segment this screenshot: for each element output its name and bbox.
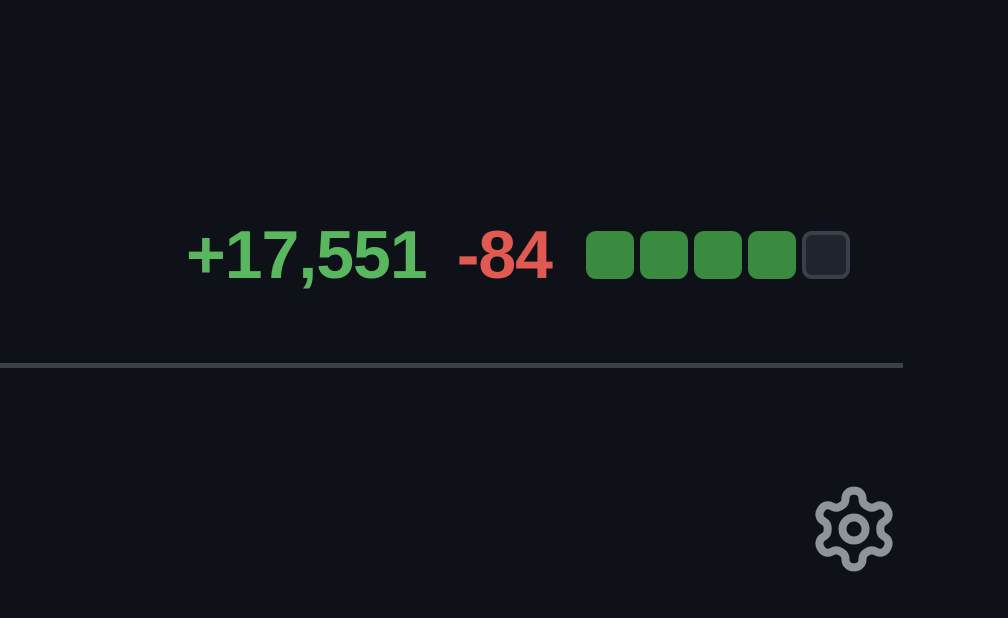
diffstat-block-added [747, 231, 796, 279]
diffstat-block-added [639, 231, 688, 279]
divider [0, 363, 903, 368]
diffstat-block-neutral [801, 231, 850, 279]
deletions-count: -84 [456, 217, 553, 293]
diffstat-block-added [693, 231, 742, 279]
gear-icon [808, 481, 900, 582]
diffstat-blocks [585, 231, 850, 279]
additions-count: +17,551 [186, 217, 428, 293]
diffstat-block-added [585, 231, 634, 279]
settings-button[interactable] [806, 481, 902, 581]
diffstat: +17,551 -84 [186, 220, 850, 290]
